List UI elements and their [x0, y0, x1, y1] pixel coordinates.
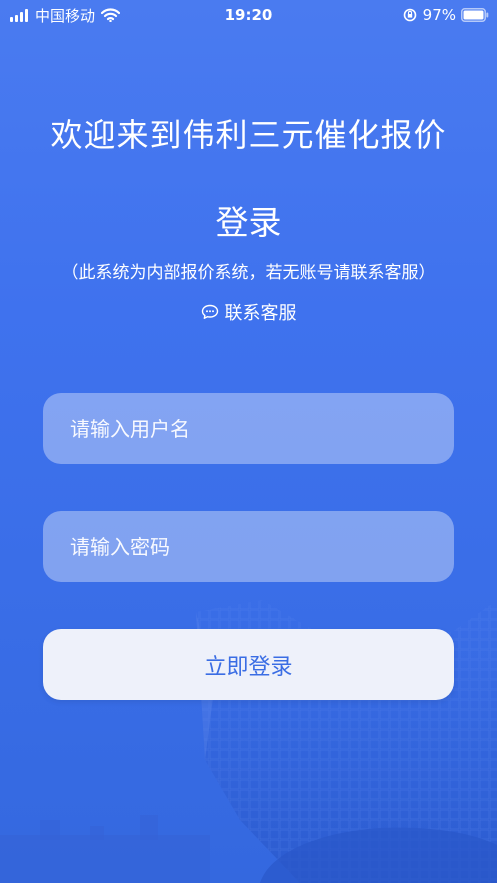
- status-bar-right: 97%: [403, 4, 489, 26]
- chat-bubble-icon: [201, 304, 218, 319]
- username-input[interactable]: [70, 393, 454, 464]
- battery-icon: [461, 8, 489, 22]
- system-notice: （此系统为内部报价系统，若无账号请联系客服）: [61, 263, 436, 283]
- login-button[interactable]: 立即登录: [43, 629, 454, 700]
- username-field-container: [43, 393, 454, 464]
- contact-support-link[interactable]: 联系客服: [0, 299, 497, 325]
- login-title: 登录: [215, 203, 282, 242]
- battery-percentage: 97%: [422, 6, 456, 24]
- status-bar: 中国移动 19:20 97%: [0, 0, 497, 30]
- orientation-lock-icon: [403, 8, 416, 22]
- login-screen: 中国移动 19:20 97% 欢迎来到伟利三元催化报价 登录 （此系统为内部报价…: [0, 0, 497, 883]
- password-field-container: [43, 511, 454, 582]
- welcome-heading: 欢迎来到伟利三元催化报价: [50, 116, 447, 154]
- contact-support-label: 联系客服: [224, 303, 297, 324]
- password-input[interactable]: [70, 511, 454, 582]
